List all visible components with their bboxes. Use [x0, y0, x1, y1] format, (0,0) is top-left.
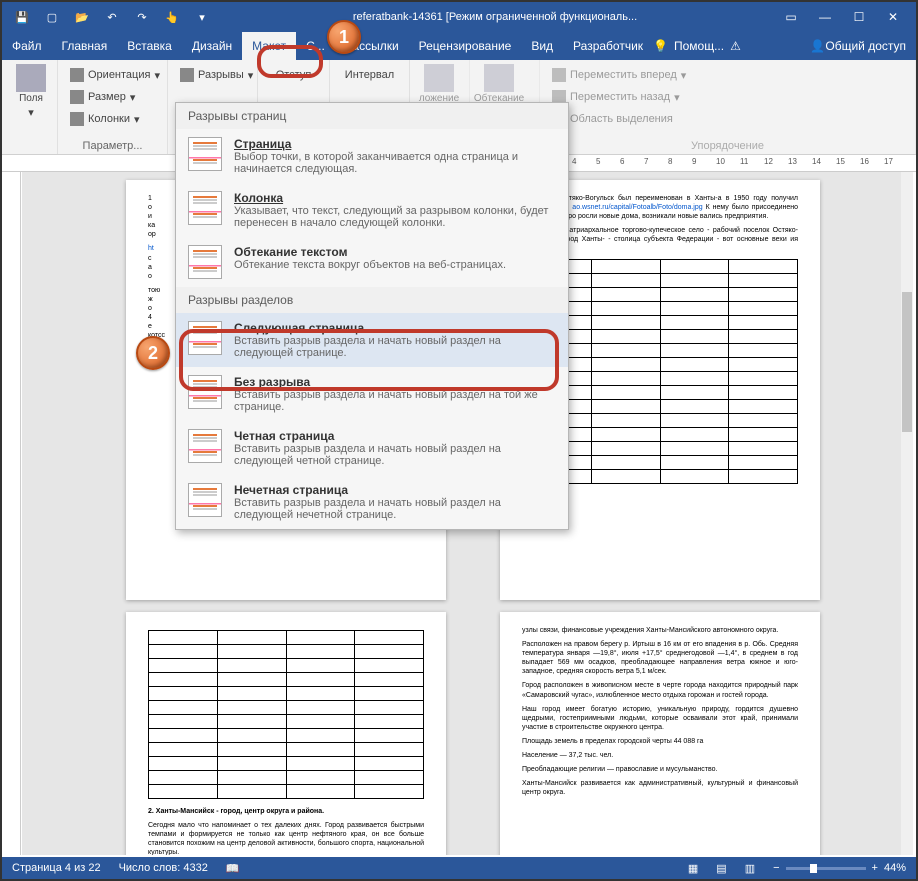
tab-view[interactable]: Вид [521, 32, 563, 60]
tell-me-icon: 💡 [653, 39, 668, 53]
minimize-icon[interactable]: — [812, 7, 838, 27]
doc-text: Сегодня мало что напоминает о тех далеки… [148, 821, 424, 855]
dd-desc: Вставить разрыв раздела и начать новый р… [234, 335, 556, 359]
titlebar: 💾 ▢ 📂 ↶ ↷ 👆 ▾ referatbank-14361 [Режим о… [2, 2, 916, 32]
orientation-button[interactable]: Ориентация ▾ [66, 67, 164, 83]
dd-item-wrap[interactable]: Обтекание текстомОбтекание текста вокруг… [176, 237, 568, 287]
page-bottom-left[interactable]: 2. Ханты-Мансийск - город, центр округа … [126, 612, 446, 855]
badge-2: 2 [136, 336, 170, 370]
view-print-icon[interactable]: ▤ [716, 862, 726, 875]
zoom-out-icon[interactable]: − [773, 862, 779, 874]
tab-insert[interactable]: Вставка [117, 32, 182, 60]
spell-icon[interactable]: 📖 [226, 862, 240, 875]
doc-text: Ханты-Мансийск развивается как администр… [522, 779, 798, 797]
zoom-slider[interactable] [786, 867, 866, 870]
ribbon-tabs: Файл Главная Вставка Дизайн Макет С... Р… [2, 32, 916, 60]
dd-title: Следующая страница [234, 321, 364, 335]
spacing-label: Интервал [345, 69, 394, 81]
dd-title: Страница [234, 137, 291, 151]
tab-developer[interactable]: Разработчик [563, 32, 653, 60]
size-button[interactable]: Размер ▾ [66, 89, 139, 105]
doc-text: Население — 37,2 тыс. чел. [522, 751, 798, 760]
doc-link[interactable]: ht [148, 245, 154, 252]
section-even-icon [188, 429, 222, 463]
doc-link[interactable]: ao.wsnet.ru/capital/Fotoalb/Foto/doma.jp… [572, 204, 702, 211]
page-bottom-right[interactable]: узлы связи, финансовые учреждения Ханты-… [500, 612, 820, 855]
doc-table[interactable] [148, 630, 424, 799]
breaks-button[interactable]: Разрывы ▾ [176, 67, 257, 83]
ruler-vertical[interactable] [4, 172, 21, 855]
new-icon[interactable]: ▢ [44, 9, 60, 25]
page-setup-label: Параметр... [66, 140, 159, 152]
dd-desc: Указывает, что текст, следующий за разры… [234, 205, 556, 229]
breaks-dropdown: Разрывы страниц СтраницаВыбор точки, в к… [175, 102, 569, 530]
section-odd-icon [188, 483, 222, 517]
dd-desc: Вставить разрыв раздела и начать новый р… [234, 497, 556, 521]
arrange-label: Упорядочение [548, 140, 907, 152]
doc-text: Преобладающие религии — православие и му… [522, 765, 798, 774]
statusbar: Страница 4 из 22 Число слов: 4332 📖 ▦ ▤ … [2, 857, 916, 879]
doc-text: Город расположен в живописном месте в че… [522, 681, 798, 699]
status-words[interactable]: Число слов: 4332 [119, 862, 208, 874]
ribbon-options-icon[interactable]: ▭ [778, 7, 804, 27]
dd-title: Нечетная страница [234, 483, 348, 497]
dd-item-even[interactable]: Четная страницаВставить разрыв раздела и… [176, 421, 568, 475]
tell-me[interactable]: Помощ... [674, 39, 724, 53]
dd-item-odd[interactable]: Нечетная страницаВставить разрыв раздела… [176, 475, 568, 529]
dd-title: Обтекание текстом [234, 245, 347, 259]
status-page[interactable]: Страница 4 из 22 [12, 862, 101, 874]
fields-button[interactable]: Поля▾ [10, 64, 52, 119]
dd-item-page[interactable]: СтраницаВыбор точки, в которой заканчива… [176, 129, 568, 183]
dd-item-column[interactable]: КолонкаУказывает, что текст, следующий з… [176, 183, 568, 237]
close-icon[interactable]: ✕ [880, 7, 906, 27]
qat-more-icon[interactable]: ▾ [194, 9, 210, 25]
touch-icon[interactable]: 👆 [164, 9, 180, 25]
dd-title: Четная страница [234, 429, 334, 443]
page-break-icon [188, 137, 222, 171]
save-icon[interactable]: 💾 [14, 9, 30, 25]
dd-header-pages: Разрывы страниц [176, 103, 568, 129]
view-read-icon[interactable]: ▦ [688, 862, 698, 875]
tab-design[interactable]: Дизайн [182, 32, 242, 60]
dd-title: Колонка [234, 191, 283, 205]
dd-desc: Выбор точки, в которой заканчивается одн… [234, 151, 556, 175]
tab-home[interactable]: Главная [52, 32, 118, 60]
maximize-icon[interactable]: ☐ [846, 7, 872, 27]
position-button: ложение [418, 64, 460, 104]
doc-heading: 2. Ханты-Мансийск - город, центр округа … [148, 808, 324, 815]
zoom-value[interactable]: 44% [884, 862, 906, 874]
dd-header-sections: Разрывы разделов [176, 287, 568, 313]
dd-title: Без разрыва [234, 375, 310, 389]
section-next-icon [188, 321, 222, 355]
zoom-in-icon[interactable]: + [872, 862, 878, 874]
undo-icon[interactable]: ↶ [104, 9, 120, 25]
dd-desc: Вставить разрыв раздела и начать новый р… [234, 443, 556, 467]
doc-text: Площадь земель в пределах городской черт… [522, 737, 798, 746]
bring-forward-button: Переместить вперед ▾ [548, 67, 690, 83]
doc-text: Наш город имеет богатую историю, уникаль… [522, 705, 798, 732]
tab-review[interactable]: Рецензирование [409, 32, 522, 60]
dd-item-continuous[interactable]: Без разрываВставить разрыв раздела и нач… [176, 367, 568, 421]
warning-icon[interactable]: ⚠ [730, 39, 741, 53]
scrollbar-thumb[interactable] [902, 292, 912, 432]
doc-text: узлы связи, финансовые учреждения Ханты-… [522, 626, 798, 635]
open-icon[interactable]: 📂 [74, 9, 90, 25]
doc-text: Расположен на правом берегу р. Иртыш в 1… [522, 640, 798, 676]
section-cont-icon [188, 375, 222, 409]
share-button[interactable]: 👤 Общий доступ [800, 32, 916, 60]
scrollbar-vertical[interactable] [901, 172, 913, 855]
redo-icon[interactable]: ↷ [134, 9, 150, 25]
tab-layout[interactable]: Макет [242, 32, 296, 60]
wrap-break-icon [188, 245, 222, 279]
indent-label: Отступ [276, 69, 312, 81]
tab-file[interactable]: Файл [2, 32, 52, 60]
dd-desc: Вставить разрыв раздела и начать новый р… [234, 389, 556, 413]
badge-1: 1 [327, 20, 361, 54]
dd-item-next-page[interactable]: Следующая страницаВставить разрыв раздел… [176, 313, 568, 367]
columns-button[interactable]: Колонки ▾ [66, 111, 144, 127]
view-web-icon[interactable]: ▥ [745, 862, 755, 875]
column-break-icon [188, 191, 222, 225]
dd-desc: Обтекание текста вокруг объектов на веб-… [234, 259, 506, 271]
window-title: referatbank-14361 [Режим ограниченной фу… [222, 11, 768, 23]
